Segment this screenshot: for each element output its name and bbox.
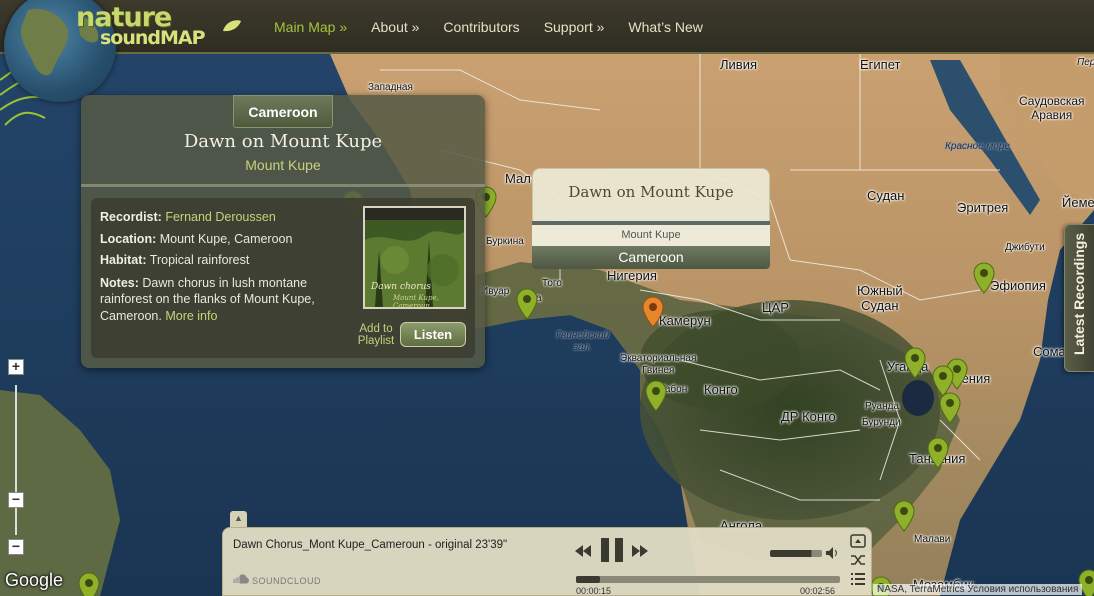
map-label-ivory-coast: Ивуар xyxy=(481,286,510,297)
pause-icon[interactable] xyxy=(599,537,625,563)
habitat-label: Habitat: xyxy=(100,253,147,267)
map-pin[interactable] xyxy=(939,392,961,424)
zoom-in-button[interactable]: + xyxy=(8,359,24,375)
tooltip-subtitle: Mount Kupe xyxy=(532,225,770,246)
track-title: Dawn Chorus_Mont Kupe_Cameroun - origina… xyxy=(233,539,508,551)
tooltip-title: Dawn on Mount Kupe xyxy=(568,183,734,201)
recordist-link[interactable]: Fernand Deroussen xyxy=(165,210,275,224)
map-pin[interactable] xyxy=(893,500,915,532)
more-info-link[interactable]: More info xyxy=(165,309,217,323)
divider xyxy=(81,184,485,187)
cover-subtitle: Mount Kupe, Cameroun xyxy=(393,294,439,310)
map-label-red-sea: Красное море xyxy=(945,141,1010,152)
add-to-playlist-link[interactable]: Add to Playlist xyxy=(355,323,397,347)
zoom-slider-track[interactable] xyxy=(15,385,17,535)
cover-header xyxy=(365,208,464,220)
notes-label: Notes: xyxy=(100,275,139,290)
map-label-sudan: Судан xyxy=(867,188,905,203)
map-label-djibouti: Джибути xyxy=(1005,242,1045,253)
map-attribution[interactable]: NASA, TerraMetrics Условия использования xyxy=(873,584,1083,595)
map-label-congo: Конго xyxy=(704,382,738,397)
map-pin[interactable] xyxy=(78,572,100,596)
map-label-gulf-guinea: Гвинейский зал. xyxy=(556,330,610,353)
volume-slider[interactable] xyxy=(770,550,822,557)
expand-icon[interactable] xyxy=(850,534,866,548)
next-icon[interactable] xyxy=(632,545,648,557)
album-cover-image[interactable]: Dawn chorus Mount Kupe, Cameroun xyxy=(363,206,466,310)
map-label-ethiopia: Эфиопия xyxy=(990,278,1046,293)
logo-word-soundmap: soundMAP xyxy=(100,27,206,49)
map-label-eritrea: Эритрея xyxy=(957,200,1009,215)
map-label-drc: ДР Конго xyxy=(781,409,836,424)
playlist-icon[interactable] xyxy=(850,572,866,586)
location-value: Mount Kupe, Cameroon xyxy=(159,231,293,246)
map-label-burkina: Буркина xyxy=(486,236,524,247)
zoom-slider-handle[interactable]: − xyxy=(8,492,24,508)
recording-info-card: Cameroon Dawn on Mount Kupe Mount Kupe R… xyxy=(81,95,485,368)
google-logo[interactable]: Google xyxy=(5,570,63,591)
map-pin[interactable] xyxy=(645,380,667,412)
country-tab[interactable]: Cameroon xyxy=(233,95,333,128)
map-label-yemen: Йеме xyxy=(1062,195,1094,210)
player-collapse-button[interactable]: ▲ xyxy=(230,511,247,527)
map-label-mali: Мал xyxy=(505,171,531,186)
time-total: 00:02:56 xyxy=(800,586,836,596)
main-nav: Main Map » About » Contributors Support … xyxy=(262,19,715,35)
leaf-icon xyxy=(223,20,241,32)
map-label-western-sahara: Западная xyxy=(368,82,413,93)
nav-main-map[interactable]: Main Map » xyxy=(262,19,359,35)
map-label-burundi: Бурунди xyxy=(862,417,901,428)
map-pin[interactable] xyxy=(516,288,538,320)
recording-details: Recordist: Fernand Deroussen Location: M… xyxy=(91,198,475,358)
map-label-car: ЦАР xyxy=(762,300,789,315)
nav-whats-new[interactable]: What’s New xyxy=(616,19,714,35)
map-pin[interactable] xyxy=(973,262,995,294)
progress-bar[interactable] xyxy=(576,576,840,583)
location-label: Location: xyxy=(100,231,157,246)
map-label-south-sudan: Южный Судан xyxy=(857,283,903,313)
player-side-icons xyxy=(850,534,868,586)
map-label-eq-guinea: Экваториальная Гвинея xyxy=(620,353,697,376)
audio-player: Dawn Chorus_Mont Kupe_Cameroun - origina… xyxy=(222,527,872,596)
tooltip-country: Cameroon xyxy=(532,246,770,269)
map-label-togo: Того xyxy=(542,278,562,289)
progress-fill xyxy=(576,576,600,583)
map-label-cameroon: Камерун xyxy=(659,313,711,328)
volume-icon[interactable] xyxy=(826,547,840,559)
map-label-somalia: Сома xyxy=(1033,344,1066,359)
zoom-out-button[interactable]: − xyxy=(8,539,24,555)
map-pin-active[interactable] xyxy=(642,296,664,328)
latest-recordings-tab[interactable]: Latest Recordings xyxy=(1064,224,1094,372)
recording-subtitle[interactable]: Mount Kupe xyxy=(81,157,485,173)
shuffle-icon[interactable] xyxy=(850,553,866,567)
nav-support[interactable]: Support » xyxy=(532,19,617,35)
nav-contributors[interactable]: Contributors xyxy=(431,19,531,35)
map-pin[interactable] xyxy=(904,347,926,379)
recording-title: Dawn on Mount Kupe xyxy=(183,131,383,152)
map-tooltip[interactable]: Dawn on Mount Kupe Mount Kupe Cameroon xyxy=(532,168,770,270)
map-label-rwanda: Руанда xyxy=(865,401,900,412)
map-label-egypt: Египет xyxy=(860,57,901,72)
map-label-malawi: Малави xyxy=(914,534,951,545)
time-current: 00:00:15 xyxy=(576,586,612,596)
recordist-label: Recordist: xyxy=(100,210,162,224)
cover-title: Dawn chorus xyxy=(371,282,431,292)
nav-about[interactable]: About » xyxy=(359,19,431,35)
soundcloud-label: SOUNDCLOUD xyxy=(252,576,322,586)
recording-meta: Recordist: Fernand Deroussen Location: M… xyxy=(100,207,350,324)
map-label-saudi-arabia: Саудовская Аравия xyxy=(1019,94,1085,122)
map-label-libya: Ливия xyxy=(720,57,758,72)
soundcloud-icon xyxy=(233,574,249,584)
map-label-nigeria: Нигерия xyxy=(607,268,657,283)
previous-icon[interactable] xyxy=(575,545,591,557)
map-pin[interactable] xyxy=(927,437,949,469)
listen-button[interactable]: Listen xyxy=(400,322,466,347)
habitat-value: Tropical rainforest xyxy=(149,253,250,267)
map-label-persian: Перс xyxy=(1077,57,1094,68)
latest-recordings-label: Latest Recordings xyxy=(1071,232,1087,355)
